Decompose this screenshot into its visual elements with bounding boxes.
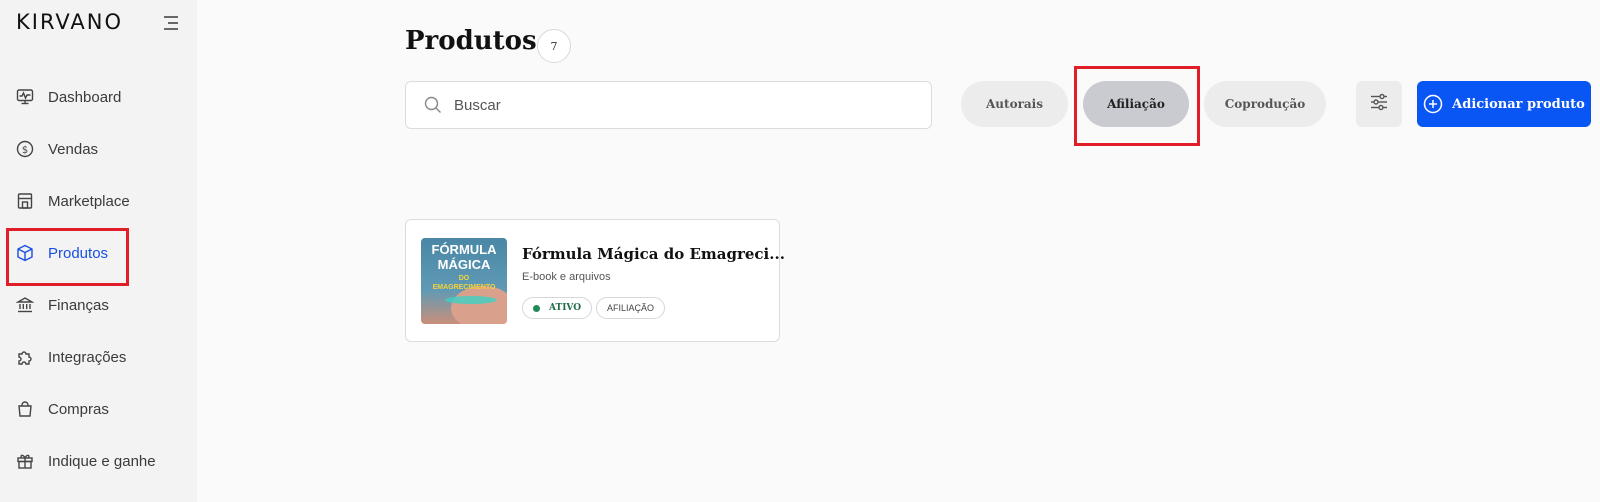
status-badge: ATIVO	[522, 297, 593, 319]
tab-coproducao[interactable]: Coprodução	[1204, 81, 1326, 127]
add-product-button[interactable]: Adicionar produto	[1417, 81, 1591, 127]
thumbnail-title-line: EMAGRECIMENTO	[433, 284, 496, 291]
bank-icon	[16, 296, 34, 314]
filter-button[interactable]	[1356, 81, 1402, 127]
sidebar-item-financas[interactable]: Finanças	[16, 290, 176, 320]
highlight-annotation	[1074, 66, 1200, 146]
sidebar-item-label: Compras	[48, 400, 109, 418]
puzzle-icon	[16, 348, 34, 366]
sidebar-item-indique-e-ganhe[interactable]: Indique e ganhe	[16, 446, 176, 476]
status-dot-icon	[533, 304, 540, 312]
plus-circle-icon	[1423, 94, 1443, 114]
app-root: KIRVANO Dashboard $ Vendas Marketplace P…	[0, 0, 1600, 502]
sidebar-item-marketplace[interactable]: Marketplace	[16, 186, 176, 216]
status-label: ATIVO	[549, 303, 582, 313]
page-title: Produtos	[405, 26, 537, 56]
store-icon	[16, 192, 34, 210]
sliders-icon	[1369, 92, 1389, 117]
svg-text:$: $	[22, 145, 28, 156]
sidebar-item-label: Indique e ganhe	[48, 452, 156, 470]
sidebar-item-label: Finanças	[48, 296, 109, 314]
shopping-bag-icon	[16, 400, 34, 418]
highlight-annotation	[6, 228, 129, 286]
product-count-badge: 7	[537, 29, 571, 63]
sidebar-item-dashboard[interactable]: Dashboard	[16, 82, 176, 112]
product-subtitle: E-book e arquivos	[522, 271, 611, 283]
sidebar-item-label: Integrações	[48, 348, 127, 366]
gift-icon	[16, 452, 34, 470]
sidebar-item-compras[interactable]: Compras	[16, 394, 176, 424]
search-box	[405, 81, 932, 129]
product-card[interactable]: FÓRMULA MÁGICA DO EMAGRECIMENTO Fórmula …	[405, 219, 785, 342]
logo: KIRVANO	[16, 10, 124, 34]
sidebar-item-integracoes[interactable]: Integrações	[16, 342, 176, 372]
sidebar-item-label: Marketplace	[48, 192, 130, 210]
search-icon	[424, 96, 442, 114]
product-title: Fórmula Mágica do Emagreci...	[522, 245, 785, 263]
tab-autorais[interactable]: Autorais	[961, 81, 1068, 127]
thumbnail-title-line: DO	[459, 275, 470, 282]
dollar-circle-icon: $	[16, 140, 34, 158]
add-product-label: Adicionar produto	[1452, 96, 1585, 112]
monitor-chart-icon	[16, 88, 34, 106]
product-thumbnail: FÓRMULA MÁGICA DO EMAGRECIMENTO	[421, 238, 507, 324]
thumbnail-title-line: MÁGICA	[438, 257, 491, 272]
search-input[interactable]	[452, 95, 896, 115]
sidebar-item-label: Dashboard	[48, 88, 122, 106]
sidebar: KIRVANO Dashboard $ Vendas Marketplace P…	[0, 0, 197, 502]
sidebar-item-label: Vendas	[48, 140, 99, 158]
thumbnail-title-line: FÓRMULA	[432, 242, 498, 257]
collapse-sidebar-icon[interactable]	[160, 14, 180, 32]
sidebar-item-vendas[interactable]: $ Vendas	[16, 134, 176, 164]
type-badge: AFILIAÇÃO	[596, 297, 666, 319]
